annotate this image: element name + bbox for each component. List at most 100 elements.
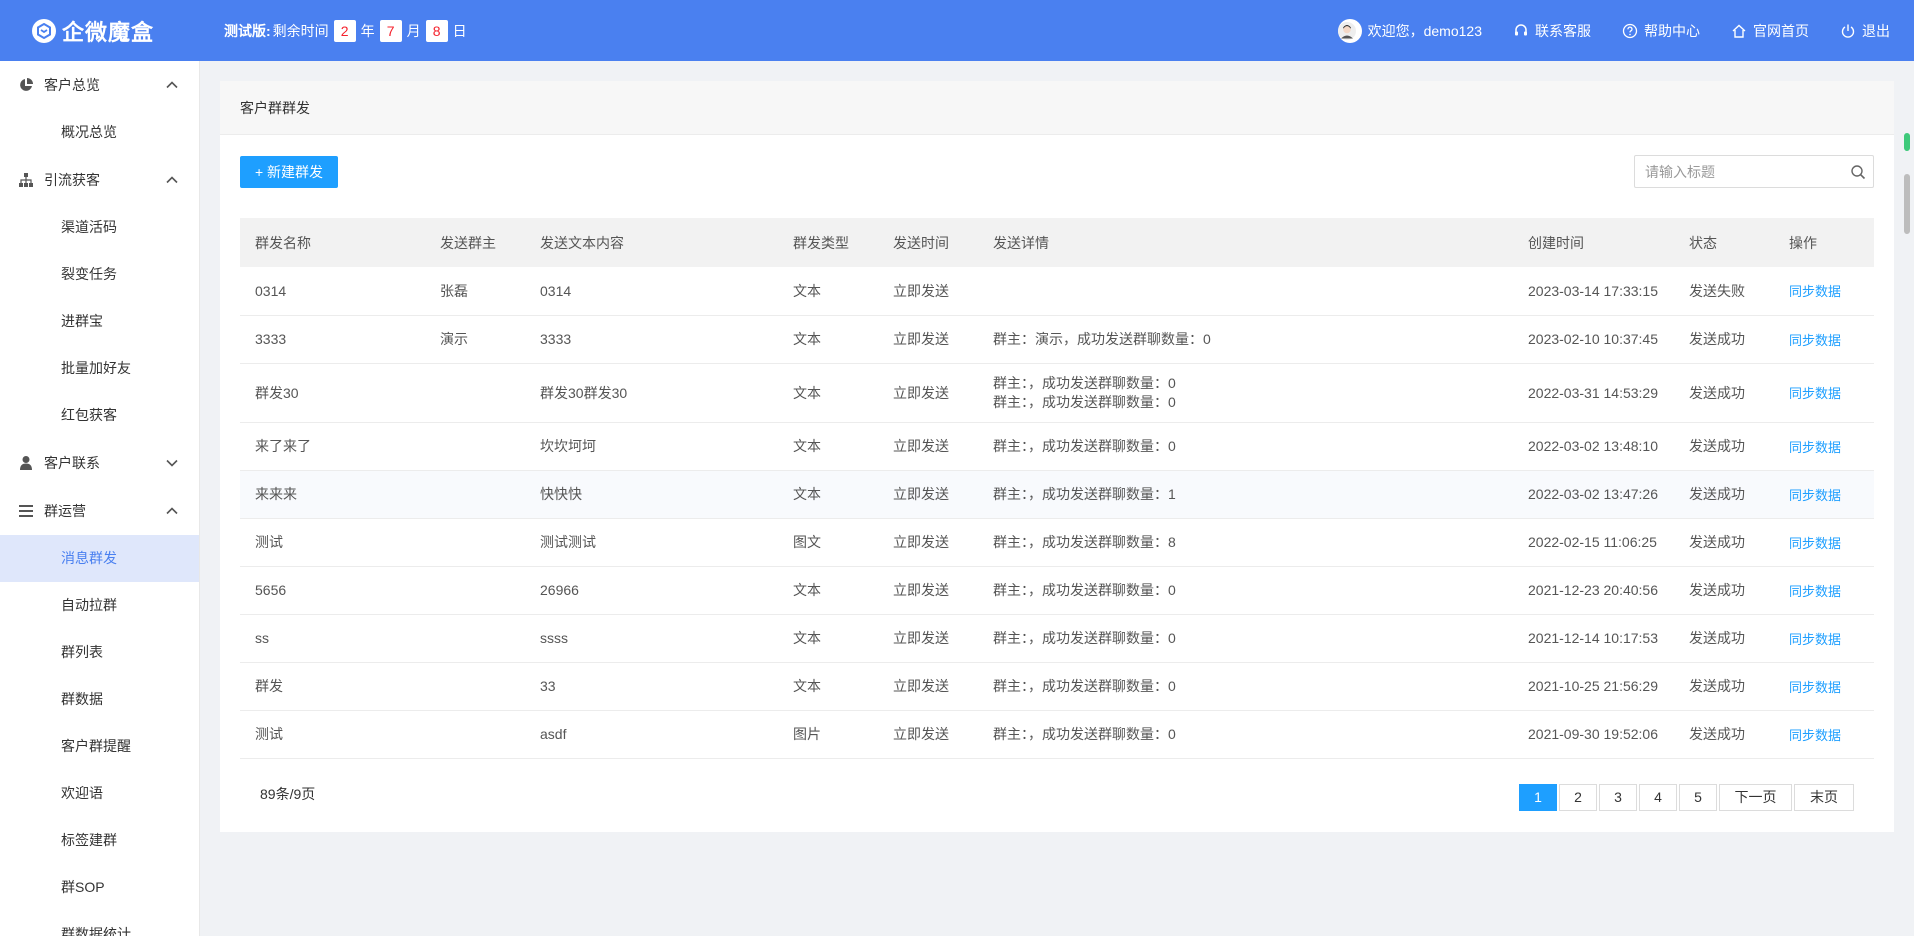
cell-owner bbox=[425, 363, 525, 423]
cell-action: 同步数据 bbox=[1774, 470, 1874, 519]
cell-send-time: 立即发送 bbox=[878, 518, 978, 567]
help-center-link[interactable]: 帮助中心 bbox=[1622, 21, 1700, 41]
sidebar-group-overview[interactable]: 客户总览 bbox=[0, 61, 199, 109]
cell-created: 2021-10-25 21:56:29 bbox=[1513, 662, 1674, 711]
cell-status: 发送成功 bbox=[1674, 662, 1774, 711]
sync-data-link[interactable]: 同步数据 bbox=[1789, 536, 1841, 551]
sidebar-item-fission-task[interactable]: 裂变任务 bbox=[0, 251, 199, 298]
page-scrollbar[interactable] bbox=[1900, 81, 1914, 936]
sidebar-item-redpacket[interactable]: 红包获客 bbox=[0, 392, 199, 439]
logout-label: 退出 bbox=[1862, 22, 1890, 39]
cell-content: 测试测试 bbox=[525, 518, 778, 567]
last-page-button[interactable]: 末页 bbox=[1794, 784, 1854, 811]
cell-content: 快快快 bbox=[525, 470, 778, 519]
chevron-down-icon bbox=[166, 459, 178, 467]
page-2-button[interactable]: 2 bbox=[1559, 784, 1597, 811]
cell-content: 26966 bbox=[525, 566, 778, 615]
cell-content: asdf bbox=[525, 710, 778, 759]
cube-icon bbox=[32, 18, 56, 43]
sync-data-link[interactable]: 同步数据 bbox=[1789, 440, 1841, 455]
official-site-link[interactable]: 官网首页 bbox=[1731, 21, 1809, 41]
sidebar-item-group-reminder[interactable]: 客户群提醒 bbox=[0, 723, 199, 770]
trial-label: 测试版: bbox=[224, 22, 271, 39]
sidebar-item-batch-add-friends[interactable]: 批量加好友 bbox=[0, 345, 199, 392]
trial-countdown: 测试版: 剩余时间 2 年 7 月 8 日 bbox=[224, 19, 467, 42]
search-input[interactable] bbox=[1635, 156, 1843, 187]
sync-data-link[interactable]: 同步数据 bbox=[1789, 728, 1841, 743]
table-row: 群发 33 文本 立即发送 群主：，成功发送群聊数量：0 2021-10-25 21:56… bbox=[240, 662, 1874, 711]
cell-type: 文本 bbox=[778, 566, 878, 615]
sync-data-link[interactable]: 同步数据 bbox=[1789, 333, 1841, 348]
cell-owner bbox=[425, 518, 525, 567]
sidebar-item-auto-invite[interactable]: 自动拉群 bbox=[0, 582, 199, 629]
cell-send-time: 立即发送 bbox=[878, 315, 978, 364]
page-5-button[interactable]: 5 bbox=[1679, 784, 1717, 811]
sync-data-link[interactable]: 同步数据 bbox=[1789, 284, 1841, 299]
sync-data-link[interactable]: 同步数据 bbox=[1789, 386, 1841, 401]
detail-line: 群主：，成功发送群聊数量：0 bbox=[993, 437, 1176, 454]
sidebar-item-group-stats[interactable]: 群数据统计 bbox=[0, 911, 199, 936]
user-icon bbox=[18, 455, 36, 471]
cell-type: 文本 bbox=[778, 422, 878, 471]
top-navbar: 企微魔盒 测试版: 剩余时间 2 年 7 月 8 日 欢迎您，demo123 联… bbox=[0, 0, 1914, 61]
sidebar-item-channel-qrcode[interactable]: 渠道活码 bbox=[0, 204, 199, 251]
detail-line: 群主：，成功发送群聊数量：0 bbox=[993, 629, 1176, 646]
search-icon[interactable] bbox=[1843, 164, 1873, 180]
cell-owner bbox=[425, 470, 525, 519]
table-row: 来来来 快快快 文本 立即发送 群主：，成功发送群聊数量：1 2022-03-02 13:… bbox=[240, 470, 1874, 519]
detail-line: 群主：，成功发送群聊数量：1 bbox=[993, 485, 1176, 502]
scrollbar-thumb[interactable] bbox=[1904, 174, 1910, 234]
cell-status: 发送成功 bbox=[1674, 315, 1774, 364]
page-4-button[interactable]: 4 bbox=[1639, 784, 1677, 811]
next-page-button[interactable]: 下一页 bbox=[1719, 784, 1792, 811]
sidebar-item-group-entry[interactable]: 进群宝 bbox=[0, 298, 199, 345]
sidebar-group-label: 客户总览 bbox=[44, 77, 100, 93]
page-1-button[interactable]: 1 bbox=[1519, 784, 1557, 811]
detail-line: 群主：演示，成功发送群聊数量：0 bbox=[993, 330, 1211, 347]
cell-status: 发送成功 bbox=[1674, 566, 1774, 615]
cell-status: 发送成功 bbox=[1674, 470, 1774, 519]
sidebar-group-group-ops[interactable]: 群运营 bbox=[0, 487, 199, 535]
cell-content: 0314 bbox=[525, 267, 778, 316]
sidebar-item-group-sop[interactable]: 群SOP bbox=[0, 864, 199, 911]
new-broadcast-button[interactable]: + 新建群发 bbox=[240, 156, 338, 188]
cell-action: 同步数据 bbox=[1774, 710, 1874, 759]
cell-name: 群发 bbox=[240, 662, 425, 711]
user-menu[interactable]: 欢迎您，demo123 bbox=[1337, 18, 1482, 43]
col-header: 发送群主 bbox=[440, 234, 496, 251]
sidebar-item-welcome-msg[interactable]: 欢迎语 bbox=[0, 770, 199, 817]
sidebar-item-group-data[interactable]: 群数据 bbox=[0, 676, 199, 723]
sidebar-item-tag-group[interactable]: 标签建群 bbox=[0, 817, 199, 864]
cell-created: 2021-09-30 19:52:06 bbox=[1513, 710, 1674, 759]
cell-status: 发送成功 bbox=[1674, 422, 1774, 471]
contact-service-link[interactable]: 联系客服 bbox=[1513, 21, 1591, 41]
cell-details: 群主：，成功发送群聊数量：0 bbox=[978, 614, 1513, 663]
cell-send-time: 立即发送 bbox=[878, 614, 978, 663]
cell-created: 2023-02-10 10:37:45 bbox=[1513, 315, 1674, 364]
logout-button[interactable]: 退出 bbox=[1840, 21, 1890, 41]
brand-logo[interactable]: 企微魔盒 bbox=[32, 15, 222, 47]
sidebar-item-overview[interactable]: 概况总览 bbox=[0, 109, 199, 156]
cell-details: 群主：，成功发送群聊数量：8 bbox=[978, 518, 1513, 567]
sync-data-link[interactable]: 同步数据 bbox=[1789, 488, 1841, 503]
sync-data-link[interactable]: 同步数据 bbox=[1789, 584, 1841, 599]
year-unit: 年 bbox=[360, 22, 375, 39]
cell-created: 2022-03-02 13:47:26 bbox=[1513, 470, 1674, 519]
sync-data-link[interactable]: 同步数据 bbox=[1789, 632, 1841, 647]
cell-name: ss bbox=[240, 614, 425, 663]
cell-status: 发送成功 bbox=[1674, 363, 1774, 423]
sidebar-group-acquisition[interactable]: 引流获客 bbox=[0, 156, 199, 204]
cell-type: 图文 bbox=[778, 518, 878, 567]
cell-owner: 张磊 bbox=[425, 267, 525, 316]
detail-line: 群主：，成功发送群聊数量：0 bbox=[993, 581, 1176, 598]
sync-data-link[interactable]: 同步数据 bbox=[1789, 680, 1841, 695]
cell-created: 2023-03-14 17:33:15 bbox=[1513, 267, 1674, 316]
cell-owner bbox=[425, 422, 525, 471]
cell-name: 群发30 bbox=[240, 363, 425, 423]
sidebar-item-group-list[interactable]: 群列表 bbox=[0, 629, 199, 676]
cell-details: 群主：，成功发送群聊数量：0 bbox=[978, 710, 1513, 759]
page-3-button[interactable]: 3 bbox=[1599, 784, 1637, 811]
sidebar-item-message-broadcast[interactable]: 消息群发 bbox=[0, 535, 199, 582]
sidebar-group-customer-contact[interactable]: 客户联系 bbox=[0, 439, 199, 487]
col-header: 群发名称 bbox=[255, 234, 311, 251]
